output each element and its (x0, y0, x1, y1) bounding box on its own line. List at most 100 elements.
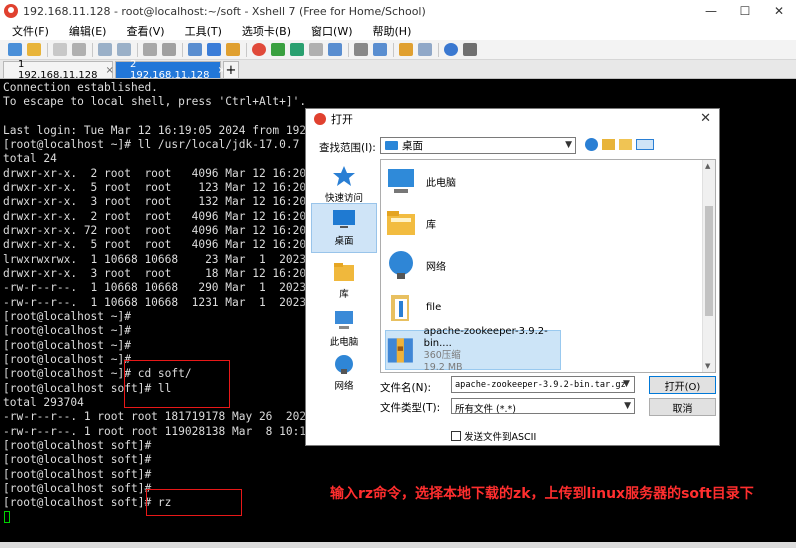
file-size: 19.2 MB (423, 362, 463, 373)
file-list-scrollbar[interactable]: ▲ ▼ (702, 160, 715, 372)
xftp-icon[interactable] (252, 43, 266, 56)
disconnect-icon[interactable] (72, 43, 86, 56)
tab-close-icon[interactable]: × (106, 65, 114, 76)
file-name: 网络 (426, 261, 446, 273)
filetype-value: 所有文件 (*.*) (455, 404, 516, 415)
filename-input[interactable]: apache-zookeeper-3.9.2-bin.tar.gz (451, 376, 635, 393)
open-folder-icon[interactable] (27, 43, 41, 56)
tab-session-1[interactable]: 1 192.168.11.128 × (3, 59, 114, 81)
file-meta: apache-zookeeper-3.9.2-bin.... 360压缩 19.… (423, 326, 560, 373)
back-icon[interactable] (585, 138, 598, 151)
compose-icon[interactable] (354, 43, 368, 56)
menu-window[interactable]: 窗口(W) (311, 23, 352, 39)
fullscreen-icon[interactable] (290, 43, 304, 56)
menu-help[interactable]: 帮助(H) (373, 23, 412, 39)
list-item-selected[interactable]: apache-zookeeper-3.9.2-bin.... 360压缩 19.… (385, 326, 561, 372)
layout-icon[interactable] (418, 43, 432, 56)
menu-tabs[interactable]: 选项卡(B) (242, 23, 291, 39)
terminal-line: [root@localhost ~]# ll /usr/local/jdk-17… (3, 138, 300, 151)
place-library[interactable]: 库 (311, 257, 377, 307)
terminal-line: [root@localhost ~]# (3, 324, 131, 337)
info-icon[interactable] (463, 43, 477, 56)
terminal-line: drwxr-xr-x. 2 root root 4096 Mar 12 16:2… (3, 167, 307, 180)
terminal-line: [root@localhost ~]# (3, 339, 131, 352)
minimize-button[interactable]: — (694, 0, 728, 22)
place-label: 库 (339, 289, 349, 300)
status-bar (0, 542, 796, 548)
connect-icon[interactable] (53, 43, 67, 56)
file-list: 此电脑 库 网络 file apache-zookeeper-3.9.2-bin… (380, 159, 716, 373)
file-type: 360压缩 (423, 350, 461, 361)
find-icon[interactable] (143, 43, 157, 56)
help-icon[interactable] (444, 43, 458, 56)
add-session-icon[interactable] (399, 43, 413, 56)
menu-view[interactable]: 查看(V) (126, 23, 164, 39)
chevron-down-icon[interactable]: ▼ (619, 377, 634, 392)
session-tabs: 1 192.168.11.128 × 2 192.168.11.128 × + (0, 59, 796, 81)
tunnel-icon[interactable] (271, 43, 285, 56)
copy-icon[interactable] (98, 43, 112, 56)
place-network[interactable]: 网络 (311, 349, 377, 399)
list-item[interactable]: 此电脑 (385, 162, 456, 200)
highlight-box-cd-command (124, 360, 230, 408)
maximize-button[interactable]: ☐ (728, 0, 762, 22)
cancel-button[interactable]: 取消 (649, 398, 716, 416)
scroll-thumb[interactable] (705, 206, 713, 316)
globe-icon[interactable] (207, 43, 221, 56)
new-session-icon[interactable] (8, 43, 22, 56)
ascii-checkbox[interactable]: 发送文件到ASCII (451, 429, 536, 443)
tab-label: 2 192.168.11.128 (130, 59, 210, 81)
close-button[interactable]: ✕ (762, 0, 796, 22)
paste-icon[interactable] (117, 43, 131, 56)
dialog-close-button[interactable]: ✕ (700, 111, 711, 126)
print-icon[interactable] (162, 43, 176, 56)
toolbar-separator (438, 42, 439, 57)
terminal-line: drwxr-xr-x. 72 root root 4096 Mar 12 16:… (3, 224, 307, 237)
menu-file[interactable]: 文件(F) (12, 23, 49, 39)
up-folder-icon[interactable] (602, 139, 615, 150)
filename-label: 文件名(N): (380, 382, 432, 394)
desktop-icon (333, 210, 355, 228)
title-bar: 192.168.11.128 - root@localhost:~/soft -… (0, 0, 796, 22)
toolbar-separator (92, 42, 93, 57)
terminal-line: lrwxrwxrwx. 1 10668 10668 23 Mar 1 2023 (3, 253, 307, 266)
view-menu-icon[interactable] (636, 139, 654, 150)
font-icon[interactable] (226, 43, 240, 56)
place-desktop[interactable]: 桌面 (311, 203, 377, 253)
toolbar-separator (137, 42, 138, 57)
scroll-down-icon[interactable]: ▼ (705, 362, 710, 370)
file-name: 库 (426, 219, 436, 231)
terminal-line: [root@localhost soft]# (3, 468, 152, 481)
toolbar (0, 40, 796, 60)
highlight-box-rz-command (146, 489, 242, 516)
checkbox[interactable] (451, 431, 461, 441)
open-button[interactable]: 打开(O) (649, 376, 716, 394)
instruction-annotation: 输入rz命令，选择本地下载的zk，上传到linux服务器的soft目录下 (330, 486, 754, 502)
lookin-select[interactable]: 桌面 ▼ (380, 137, 576, 154)
scroll-up-icon[interactable]: ▲ (705, 162, 710, 170)
list-item[interactable]: 网络 (385, 246, 446, 284)
lock-icon[interactable] (309, 43, 323, 56)
menu-tools[interactable]: 工具(T) (185, 23, 222, 39)
new-tab-button[interactable]: + (223, 61, 239, 78)
list-item[interactable]: file (385, 288, 441, 326)
toolbar-separator (246, 42, 247, 57)
terminal-line: drwxr-xr-x. 5 root root 123 Mar 12 16:20 (3, 181, 307, 194)
terminal-cursor (4, 511, 10, 523)
list-item[interactable]: 库 (385, 204, 436, 242)
chat-icon[interactable] (373, 43, 387, 56)
menu-edit[interactable]: 编辑(E) (69, 23, 107, 39)
dialog-title: 打开 (331, 113, 353, 126)
tab-session-2[interactable]: 2 192.168.11.128 × (115, 59, 226, 81)
library-icon (387, 211, 415, 235)
keyboard-icon[interactable] (188, 43, 202, 56)
folder-icon (391, 295, 409, 321)
new-folder-icon[interactable] (619, 139, 632, 150)
filetype-select[interactable]: 所有文件 (*.*) ▼ (451, 398, 635, 415)
terminal-line: drwxr-xr-x. 3 root root 18 Mar 12 16:20 (3, 267, 307, 280)
transfer-icon[interactable] (328, 43, 342, 56)
place-this-pc[interactable]: 此电脑 (311, 305, 377, 355)
place-label: 此电脑 (329, 337, 359, 348)
network-icon (389, 251, 413, 279)
toolbar-separator (182, 42, 183, 57)
